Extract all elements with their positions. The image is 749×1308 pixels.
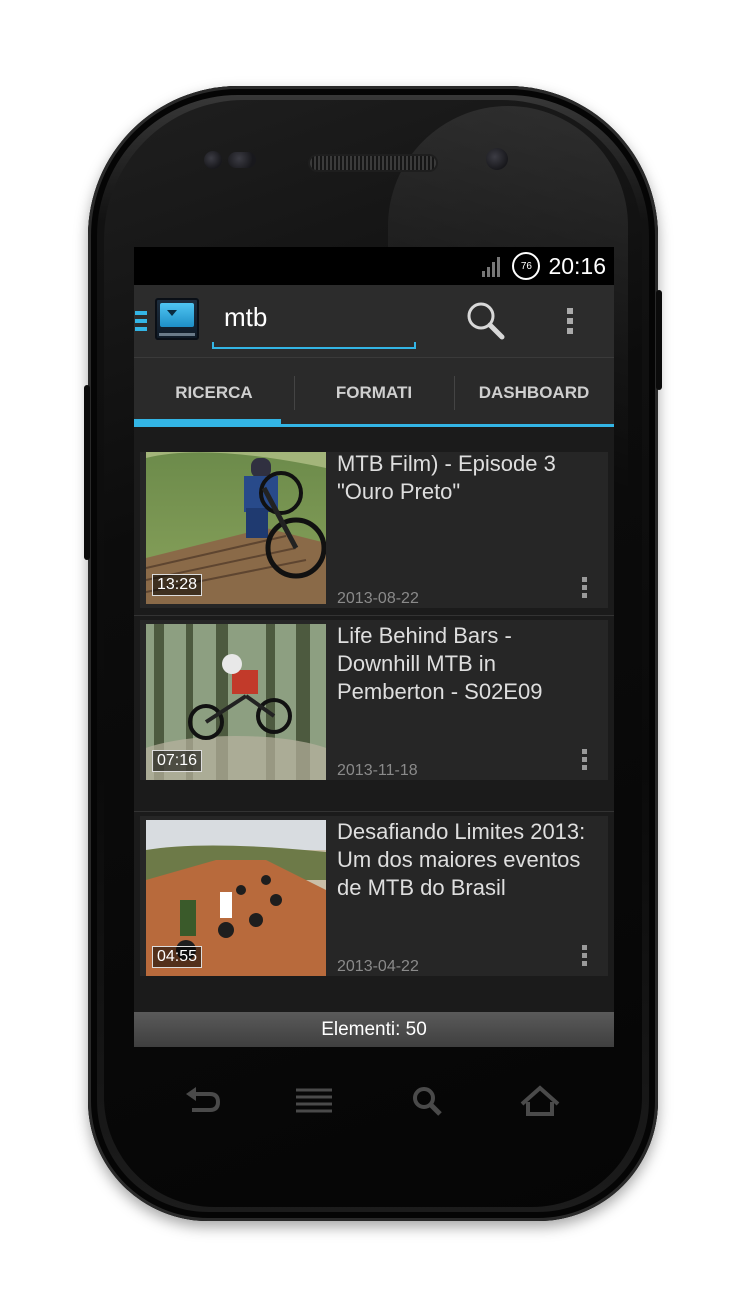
overflow-menu-icon[interactable] [558,301,582,341]
volume-button[interactable] [84,385,90,560]
battery-icon: 76 [512,252,541,280]
home-icon[interactable] [518,1080,562,1124]
video-thumbnail: 04:55 [146,820,326,976]
divider [134,615,614,616]
video-date: 2013-11-18 [337,762,418,779]
proximity-sensor [204,151,222,169]
video-date: 2013-04-22 [337,958,419,975]
menu-icon[interactable] [292,1080,336,1124]
search-underline [212,342,416,349]
drawer-icon[interactable] [135,311,147,335]
earpiece-speaker [310,156,436,170]
video-title: MTB Film) - Episode 3 "Ouro Preto" [337,452,556,504]
search-input[interactable] [212,299,428,335]
signal-icon [482,255,504,277]
video-list[interactable]: 13:28 MTB Film) - Episode 3 "Ouro Preto"… [134,452,614,1007]
video-title: Desafiando Limites 2013: Um dos maiores … [337,819,586,900]
tab-bar: RICERCA FORMATI DASHBOARD [134,358,614,427]
search-icon[interactable] [406,1080,450,1124]
search-icon[interactable] [464,299,508,343]
item-count-bar: Elementi: 50 [134,1012,614,1047]
video-title: Life Behind Bars - Downhill MTB in Pembe… [337,623,543,704]
front-camera [486,148,508,170]
hardware-nav-keys [180,1080,570,1124]
tv-app-icon[interactable] [155,298,199,340]
video-duration: 07:16 [152,750,203,772]
tab-dashboard[interactable]: DASHBOARD [454,358,614,427]
list-item[interactable]: 07:16 Life Behind Bars - Downhill MTB in… [140,620,608,780]
list-item[interactable]: 13:28 MTB Film) - Episode 3 "Ouro Preto"… [140,452,608,608]
row-overflow-icon[interactable] [582,945,590,966]
video-duration: 04:55 [152,946,203,968]
tab-formati[interactable]: FORMATI [294,358,454,427]
back-icon[interactable] [180,1080,224,1124]
row-overflow-icon[interactable] [582,749,590,770]
clock: 20:16 [548,252,606,279]
video-duration: 13:28 [152,574,203,596]
light-sensor [228,152,256,168]
action-bar [134,285,614,358]
video-date: 2013-08-22 [337,590,419,607]
tab-ricerca[interactable]: RICERCA [134,358,294,427]
list-item[interactable]: 04:55 Desafiando Limites 2013: Um dos ma… [140,816,608,976]
row-overflow-icon[interactable] [582,577,590,598]
phone-screen: 76 20:16 RICERCA FORMATI DASHBOARD [134,247,614,1047]
divider [134,811,614,812]
power-button[interactable] [656,290,662,390]
video-thumbnail: 13:28 [146,452,326,604]
video-thumbnail: 07:16 [146,624,326,780]
tab-selected-indicator [134,419,281,427]
status-bar: 76 20:16 [134,247,614,285]
